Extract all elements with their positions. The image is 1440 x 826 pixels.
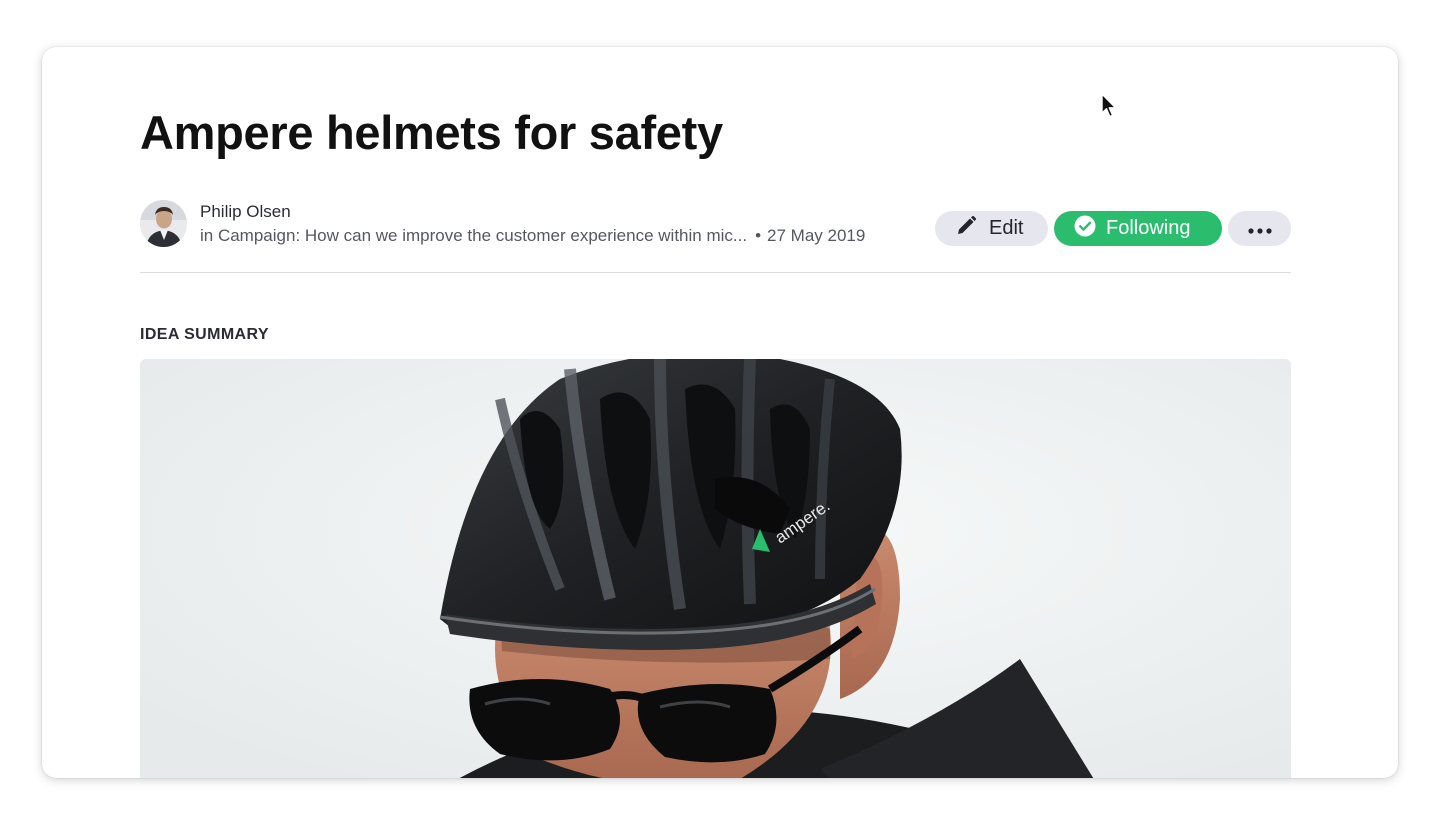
- check-circle-icon: [1074, 215, 1096, 243]
- idea-context: in Campaign: How can we improve the cust…: [200, 226, 865, 246]
- ellipsis-icon: [1247, 217, 1272, 240]
- idea-summary-image: ampere.: [140, 359, 1291, 778]
- following-button[interactable]: Following: [1054, 211, 1222, 246]
- idea-date: 27 May 2019: [767, 226, 866, 245]
- idea-card: Ampere helmets for safety Philip Olsen i…: [42, 47, 1398, 778]
- edit-button-label: Edit: [989, 217, 1024, 239]
- idea-summary-heading: IDEA SUMMARY: [140, 326, 269, 343]
- edit-button[interactable]: Edit: [935, 211, 1048, 246]
- separator-dot: •: [755, 226, 762, 245]
- more-options-button[interactable]: [1228, 211, 1291, 246]
- author-avatar[interactable]: [140, 200, 187, 247]
- mouse-pointer-icon: [1100, 93, 1118, 124]
- idea-meta-bar: Philip Olsen in Campaign: How can we imp…: [140, 200, 1291, 273]
- author-name[interactable]: Philip Olsen: [200, 202, 291, 222]
- campaign-link[interactable]: in Campaign: How can we improve the cust…: [200, 226, 747, 245]
- following-button-label: Following: [1106, 217, 1191, 239]
- pencil-icon: [955, 215, 977, 243]
- idea-title: Ampere helmets for safety: [140, 106, 723, 159]
